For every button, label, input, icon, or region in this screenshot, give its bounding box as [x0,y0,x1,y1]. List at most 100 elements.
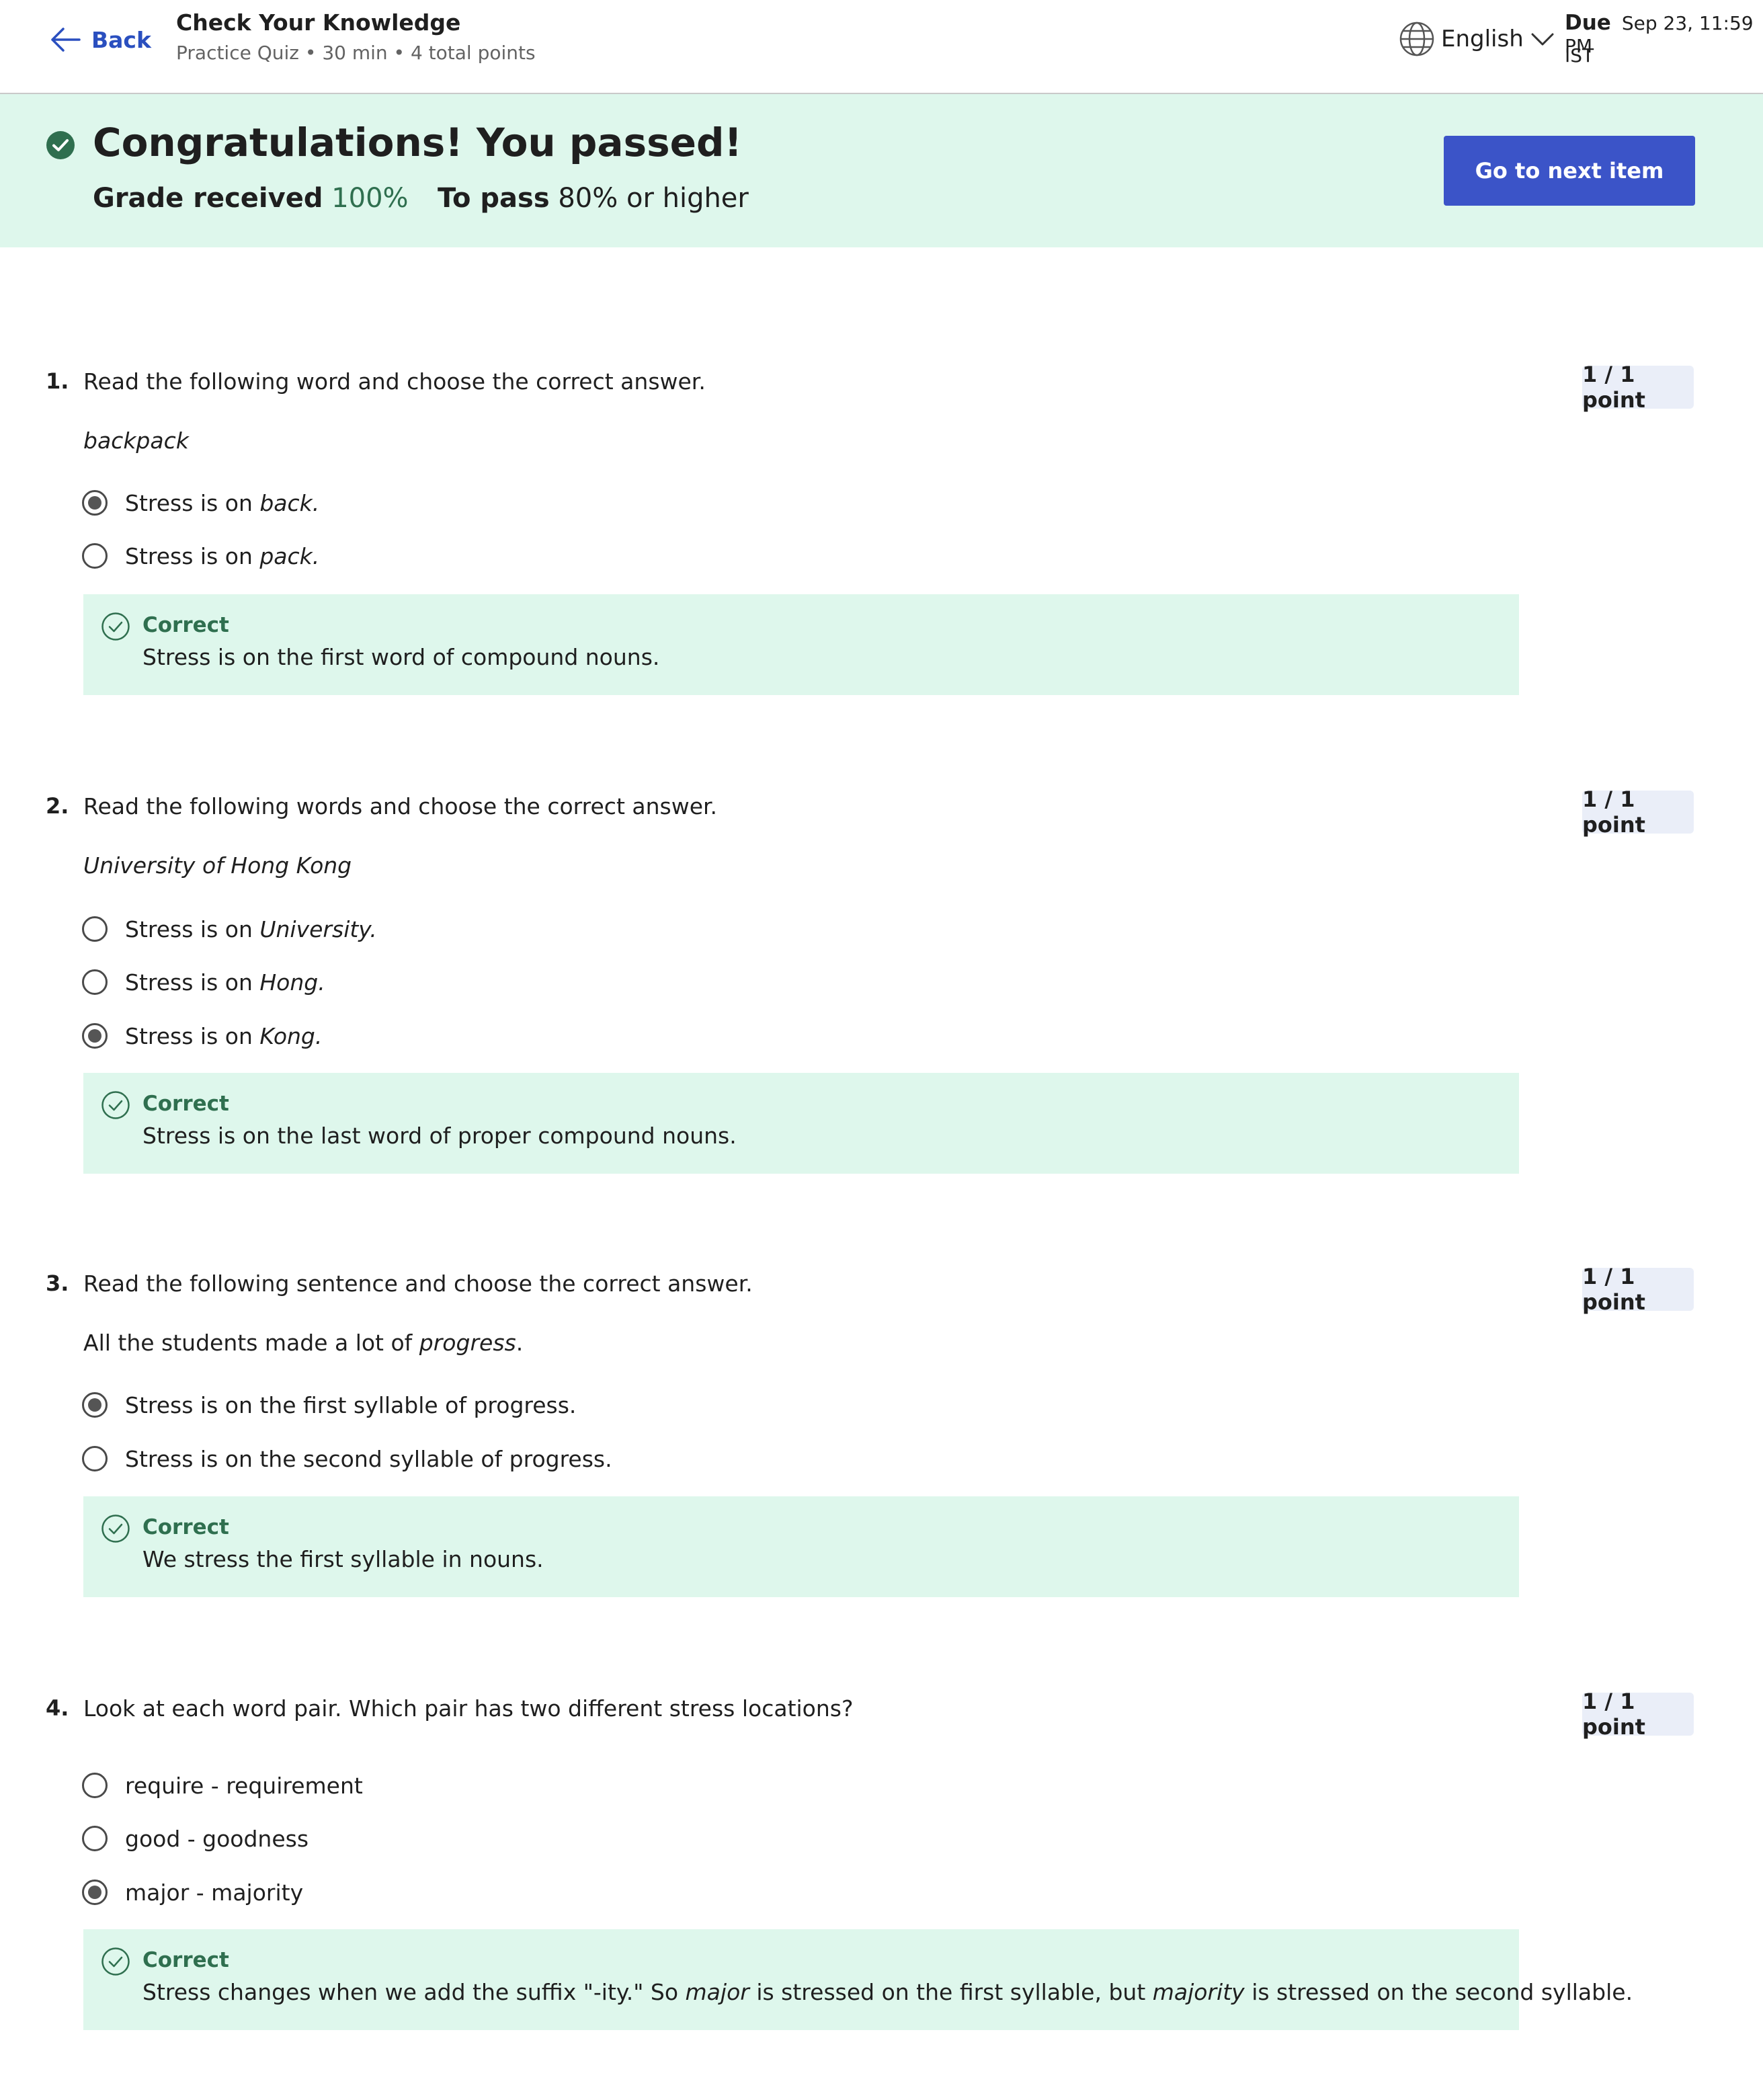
check-circle-outline-icon [101,1515,130,1543]
answer-option[interactable]: major - majority [82,1876,303,1908]
option-text: Stress is on [125,542,260,569]
feedback-italic: major [685,1979,749,2005]
radio-unselected[interactable] [82,916,108,942]
answer-option[interactable]: Stress is on the first syllable of progr… [82,1389,576,1421]
question-prompt: Read the following sentence and choose t… [83,1270,753,1297]
radio-unselected[interactable] [82,969,108,995]
grade-summary: Grade received 100% To pass 80% or highe… [93,183,749,214]
answer-option[interactable]: Stress is on Kong. [82,1020,322,1052]
option-label: major - majority [125,1879,304,1906]
due-timezone: IST [1565,44,1594,67]
option-label: Stress is on the second syllable of prog… [125,1445,612,1472]
stimulus-text: All the students made a lot of [83,1330,419,1356]
check-circle-icon [46,131,75,159]
arrow-left-icon [51,28,81,52]
points-badge: 1 / 1 point [1582,1264,1694,1315]
option-italic: Hong. [259,969,325,996]
next-item-button[interactable]: Go to next item [1444,136,1695,206]
points-badge: 1 / 1 point [1582,786,1694,838]
grade-label: Grade received [93,183,323,214]
feedback-explanation: Stress is on the first word of compound … [142,644,660,670]
page-title: Check Your Knowledge [176,9,461,36]
stimulus-italic: progress [419,1330,516,1356]
question-number: 3. [46,1270,69,1296]
due-label: Due [1565,11,1611,35]
option-italic: University. [259,916,377,942]
radio-selected[interactable] [82,1023,108,1049]
result-banner: Congratulations! You passed! Grade recei… [0,94,1763,247]
feedback-explanation: Stress changes when we add the suffix "-… [142,1979,1633,2005]
radio-selected[interactable] [82,490,108,516]
quiz-meta: Practice Quiz • 30 min • 4 total points [176,42,536,64]
option-italic: Kong. [259,1022,323,1049]
question-number: 4. [46,1695,69,1721]
question-prompt: Read the following word and choose the c… [83,368,706,395]
option-text: Stress is on [125,916,260,942]
check-circle-outline-icon [101,1947,130,1976]
due-date: Due Sep 23, 11:59 PM IST [1565,11,1763,67]
feedback-text: is stressed on the second syllable. [1244,1979,1633,2005]
question-stimulus: All the students made a lot of progress. [83,1330,523,1356]
option-label: Stress is on pack. [125,543,319,569]
option-label: require - requirement [125,1772,363,1799]
stimulus-italic: University of Hong Kong [83,852,352,879]
question-stimulus: backpack [83,428,189,454]
option-label: Stress is on the first syllable of progr… [125,1391,577,1418]
option-text: Stress is on [125,969,260,996]
back-button[interactable]: Back [48,20,151,59]
option-italic: pack. [259,542,320,569]
stimulus-italic: backpack [83,428,189,454]
question-stimulus: University of Hong Kong [83,852,352,879]
feedback-title: Correct [142,1948,229,1972]
answer-option[interactable]: Stress is on University. [82,913,377,945]
feedback-box: Correct Stress changes when we add the s… [83,1929,1633,2030]
feedback-title: Correct [142,1092,229,1116]
feedback-box: Correct Stress is on the last word of pr… [83,1073,1519,1174]
chevron-down-icon [1531,33,1554,46]
radio-unselected[interactable] [82,543,108,569]
answer-option[interactable]: require - requirement [82,1769,363,1802]
option-italic: back. [259,489,320,516]
points-badge: 1 / 1 point [1582,362,1694,413]
pass-label: To pass [438,183,550,214]
answer-option[interactable]: Stress is on back. [82,487,319,519]
question-prompt: Read the following words and choose the … [83,793,718,819]
option-text: Stress is on [125,489,260,516]
option-label: Stress is on Hong. [125,969,325,996]
radio-selected[interactable] [82,1880,108,1905]
radio-selected[interactable] [82,1392,108,1418]
feedback-text: Stress changes when we add the suffix "-… [142,1979,686,2005]
globe-icon [1399,22,1434,56]
answer-option[interactable]: Stress is on Hong. [82,966,325,998]
feedback-text: is stressed on the first syllable, but [749,1979,1153,2005]
grade-value: 100% [331,183,409,214]
pass-threshold: 80% or higher [558,183,749,214]
language-selector[interactable]: English [1398,20,1555,58]
answer-option[interactable]: Stress is on the second syllable of prog… [82,1443,612,1475]
option-label: Stress is on Kong. [125,1023,322,1049]
question-number: 1. [46,368,69,394]
radio-unselected[interactable] [82,1446,108,1471]
result-title: Congratulations! You passed! [93,120,742,165]
feedback-title: Correct [142,613,229,637]
radio-unselected[interactable] [82,1773,108,1798]
answer-option[interactable]: Stress is on pack. [82,540,319,572]
option-label: good - goodness [125,1825,309,1852]
feedback-explanation: We stress the first syllable in nouns. [142,1546,544,1572]
check-circle-outline-icon [101,1091,130,1119]
option-text: Stress is on [125,1022,260,1049]
feedback-explanation: Stress is on the last word of proper com… [142,1123,737,1149]
question-number: 2. [46,793,69,819]
feedback-box: Correct We stress the first syllable in … [83,1496,1519,1597]
option-label: Stress is on back. [125,490,319,516]
points-badge: 1 / 1 point [1582,1689,1694,1740]
radio-unselected[interactable] [82,1826,108,1851]
back-label: Back [91,26,151,53]
feedback-italic: majority [1152,1979,1245,2005]
top-header: Back Check Your Knowledge Practice Quiz … [0,0,1763,94]
stimulus-text-end: . [516,1330,524,1356]
option-label: Stress is on University. [125,916,377,942]
feedback-title: Correct [142,1515,229,1539]
feedback-box: Correct Stress is on the first word of c… [83,594,1519,695]
answer-option[interactable]: good - goodness [82,1822,309,1855]
